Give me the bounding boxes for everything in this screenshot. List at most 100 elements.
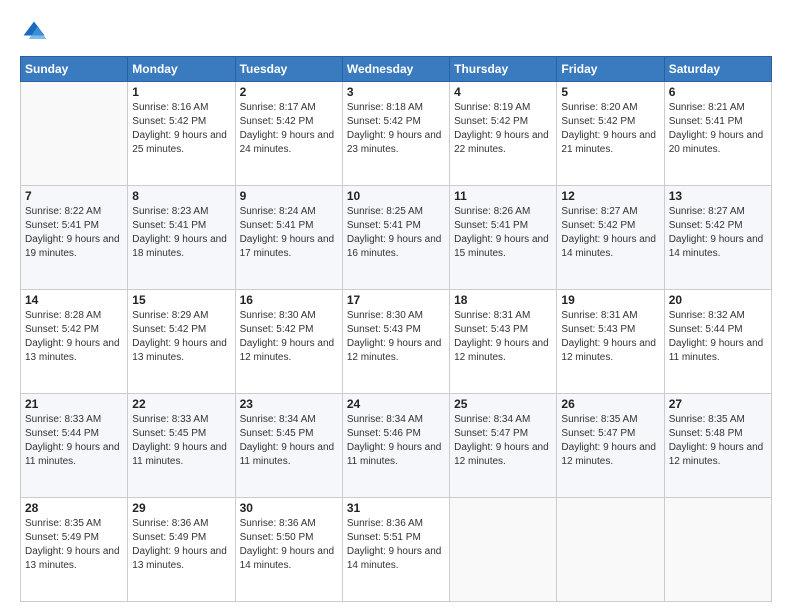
day-info: Sunrise: 8:35 AMSunset: 5:48 PMDaylight:… [669, 413, 767, 469]
calendar-header: SundayMondayTuesdayWednesdayThursdayFrid… [21, 57, 772, 82]
day-number: 19 [561, 293, 659, 307]
day-cell: 22 Sunrise: 8:33 AMSunset: 5:45 PMDayligh… [128, 394, 235, 498]
day-info: Sunrise: 8:34 AMSunset: 5:47 PMDaylight:… [454, 413, 552, 469]
day-cell: 18 Sunrise: 8:31 AMSunset: 5:43 PMDayligh… [450, 290, 557, 394]
day-number: 30 [240, 501, 338, 515]
page: SundayMondayTuesdayWednesdayThursdayFrid… [0, 0, 792, 612]
day-cell: 5Sunrise: 8:20 AMSunset: 5:42 PMDaylight… [557, 82, 664, 186]
day-info: Sunrise: 8:24 AMSunset: 5:41 PMDaylight:… [240, 205, 338, 261]
day-cell: 14 Sunrise: 8:28 AMSunset: 5:42 PMDayligh… [21, 290, 128, 394]
day-number: 31 [347, 501, 445, 515]
day-cell: 20Sunrise: 8:32 AMSunset: 5:44 PMDayligh… [664, 290, 771, 394]
week-row-5: 28 Sunrise: 8:35 AMSunset: 5:49 PMDayligh… [21, 498, 772, 602]
day-number: 21 [25, 397, 123, 411]
day-header-friday: Friday [557, 57, 664, 82]
day-number: 7 [25, 189, 123, 203]
header-row: SundayMondayTuesdayWednesdayThursdayFrid… [21, 57, 772, 82]
day-info: Sunrise: 8:34 AMSunset: 5:45 PMDaylight:… [240, 413, 338, 469]
day-number: 26 [561, 397, 659, 411]
day-info: Sunrise: 8:29 AMSunset: 5:42 PMDaylight:… [132, 309, 230, 365]
day-info: Sunrise: 8:30 AMSunset: 5:43 PMDaylight:… [347, 309, 445, 365]
day-info: Sunrise: 8:36 AMSunset: 5:50 PMDaylight:… [240, 517, 338, 573]
day-cell: 17 Sunrise: 8:30 AMSunset: 5:43 PMDayligh… [342, 290, 449, 394]
day-info: Sunrise: 8:36 AMSunset: 5:49 PMDaylight:… [132, 517, 230, 573]
day-cell: 1 Sunrise: 8:16 AMSunset: 5:42 PMDaylight… [128, 82, 235, 186]
day-info: Sunrise: 8:25 AMSunset: 5:41 PMDaylight:… [347, 205, 445, 261]
day-cell: 8 Sunrise: 8:23 AMSunset: 5:41 PMDaylight… [128, 186, 235, 290]
day-info: Sunrise: 8:27 AMSunset: 5:42 PMDaylight:… [669, 205, 767, 261]
day-number: 3 [347, 85, 445, 99]
day-cell: 24 Sunrise: 8:34 AMSunset: 5:46 PMDayligh… [342, 394, 449, 498]
day-info: Sunrise: 8:34 AMSunset: 5:46 PMDaylight:… [347, 413, 445, 469]
day-info: Sunrise: 8:33 AMSunset: 5:44 PMDaylight:… [25, 413, 123, 469]
day-number: 1 [132, 85, 230, 99]
day-cell: 7Sunrise: 8:22 AMSunset: 5:41 PMDaylight… [21, 186, 128, 290]
day-number: 10 [347, 189, 445, 203]
day-cell: 11 Sunrise: 8:26 AMSunset: 5:41 PMDayligh… [450, 186, 557, 290]
week-row-4: 21 Sunrise: 8:33 AMSunset: 5:44 PMDayligh… [21, 394, 772, 498]
day-cell: 23 Sunrise: 8:34 AMSunset: 5:45 PMDayligh… [235, 394, 342, 498]
day-info: Sunrise: 8:33 AMSunset: 5:45 PMDaylight:… [132, 413, 230, 469]
calendar: SundayMondayTuesdayWednesdayThursdayFrid… [20, 56, 772, 602]
day-info: Sunrise: 8:31 AMSunset: 5:43 PMDaylight:… [454, 309, 552, 365]
day-cell: 13Sunrise: 8:27 AMSunset: 5:42 PMDayligh… [664, 186, 771, 290]
day-cell: 30 Sunrise: 8:36 AMSunset: 5:50 PMDayligh… [235, 498, 342, 602]
day-header-thursday: Thursday [450, 57, 557, 82]
day-number: 22 [132, 397, 230, 411]
day-number: 27 [669, 397, 767, 411]
day-cell: 16 Sunrise: 8:30 AMSunset: 5:42 PMDayligh… [235, 290, 342, 394]
day-cell: 19 Sunrise: 8:31 AMSunset: 5:43 PMDayligh… [557, 290, 664, 394]
day-cell: 26 Sunrise: 8:35 AMSunset: 5:47 PMDayligh… [557, 394, 664, 498]
day-number: 18 [454, 293, 552, 307]
day-number: 2 [240, 85, 338, 99]
day-cell [450, 498, 557, 602]
day-info: Sunrise: 8:31 AMSunset: 5:43 PMDaylight:… [561, 309, 659, 365]
day-info: Sunrise: 8:16 AMSunset: 5:42 PMDaylight:… [132, 101, 230, 157]
day-number: 20 [669, 293, 767, 307]
day-number: 16 [240, 293, 338, 307]
day-cell: 4Sunrise: 8:19 AMSunset: 5:42 PMDaylight… [450, 82, 557, 186]
day-info: Sunrise: 8:35 AMSunset: 5:49 PMDaylight:… [25, 517, 123, 573]
day-number: 25 [454, 397, 552, 411]
day-number: 29 [132, 501, 230, 515]
day-cell: 28 Sunrise: 8:35 AMSunset: 5:49 PMDayligh… [21, 498, 128, 602]
day-info: Sunrise: 8:23 AMSunset: 5:41 PMDaylight:… [132, 205, 230, 261]
day-cell: 9Sunrise: 8:24 AMSunset: 5:41 PMDaylight… [235, 186, 342, 290]
day-number: 24 [347, 397, 445, 411]
day-cell: 10 Sunrise: 8:25 AMSunset: 5:41 PMDayligh… [342, 186, 449, 290]
day-cell [21, 82, 128, 186]
day-cell: 3 Sunrise: 8:18 AMSunset: 5:42 PMDaylight… [342, 82, 449, 186]
day-cell: 31Sunrise: 8:36 AMSunset: 5:51 PMDayligh… [342, 498, 449, 602]
day-info: Sunrise: 8:30 AMSunset: 5:42 PMDaylight:… [240, 309, 338, 365]
day-number: 6 [669, 85, 767, 99]
week-row-2: 7Sunrise: 8:22 AMSunset: 5:41 PMDaylight… [21, 186, 772, 290]
day-info: Sunrise: 8:21 AMSunset: 5:41 PMDaylight:… [669, 101, 767, 157]
day-cell: 2Sunrise: 8:17 AMSunset: 5:42 PMDaylight… [235, 82, 342, 186]
day-info: Sunrise: 8:28 AMSunset: 5:42 PMDaylight:… [25, 309, 123, 365]
day-cell: 21 Sunrise: 8:33 AMSunset: 5:44 PMDayligh… [21, 394, 128, 498]
day-number: 4 [454, 85, 552, 99]
day-number: 5 [561, 85, 659, 99]
day-number: 17 [347, 293, 445, 307]
day-cell: 12 Sunrise: 8:27 AMSunset: 5:42 PMDayligh… [557, 186, 664, 290]
day-info: Sunrise: 8:18 AMSunset: 5:42 PMDaylight:… [347, 101, 445, 157]
day-cell [664, 498, 771, 602]
day-cell: 25 Sunrise: 8:34 AMSunset: 5:47 PMDayligh… [450, 394, 557, 498]
day-header-wednesday: Wednesday [342, 57, 449, 82]
day-number: 12 [561, 189, 659, 203]
day-number: 8 [132, 189, 230, 203]
day-header-tuesday: Tuesday [235, 57, 342, 82]
day-info: Sunrise: 8:27 AMSunset: 5:42 PMDaylight:… [561, 205, 659, 261]
day-number: 14 [25, 293, 123, 307]
day-header-monday: Monday [128, 57, 235, 82]
logo [20, 18, 52, 46]
day-number: 23 [240, 397, 338, 411]
day-cell: 15Sunrise: 8:29 AMSunset: 5:42 PMDayligh… [128, 290, 235, 394]
day-cell: 29 Sunrise: 8:36 AMSunset: 5:49 PMDayligh… [128, 498, 235, 602]
logo-icon [20, 18, 48, 46]
day-info: Sunrise: 8:35 AMSunset: 5:47 PMDaylight:… [561, 413, 659, 469]
day-info: Sunrise: 8:26 AMSunset: 5:41 PMDaylight:… [454, 205, 552, 261]
day-number: 28 [25, 501, 123, 515]
day-number: 11 [454, 189, 552, 203]
week-row-3: 14 Sunrise: 8:28 AMSunset: 5:42 PMDayligh… [21, 290, 772, 394]
